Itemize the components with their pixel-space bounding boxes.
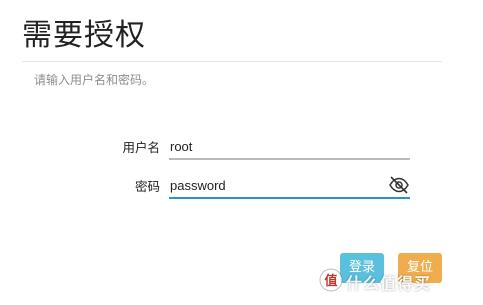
password-row: 密码 [0,173,483,199]
page-title: 需要授权 [22,18,146,53]
username-input[interactable] [168,134,410,158]
login-button[interactable]: 登录 [340,253,384,283]
username-underline [169,158,410,160]
eye-slash-icon[interactable] [388,175,410,195]
username-row: 用户名 [0,134,483,160]
title-divider [22,61,442,62]
reset-button[interactable]: 复位 [398,253,442,283]
page-subtitle: 请输入用户名和密码。 [34,73,155,87]
password-input[interactable] [168,173,410,197]
svg-text:值: 值 [324,273,337,289]
password-underline [169,197,410,199]
username-label: 用户名 [122,140,160,155]
password-label: 密码 [134,179,160,194]
